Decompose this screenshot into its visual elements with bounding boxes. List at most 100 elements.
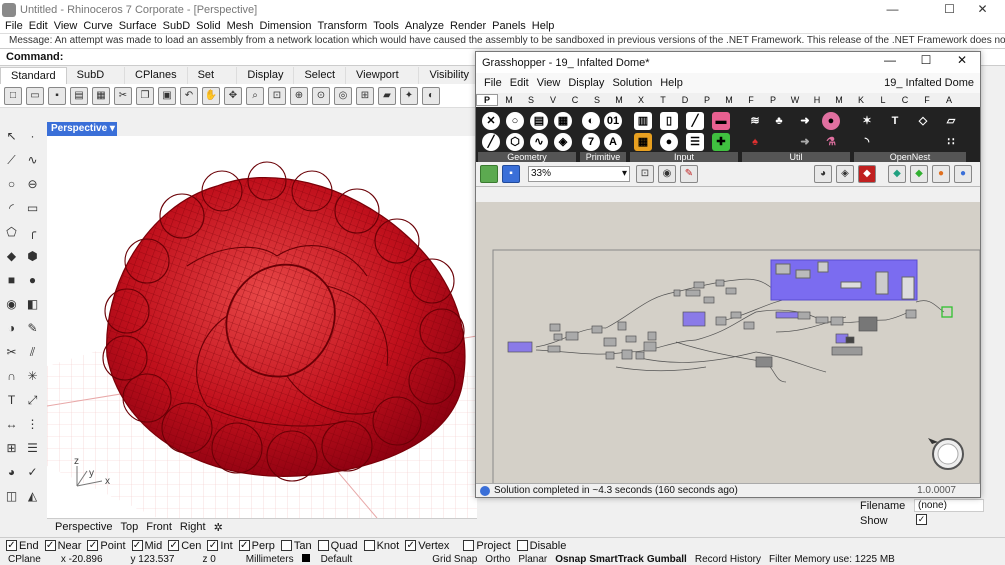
viewport-tab-perspective[interactable]: Perspective: [55, 521, 112, 533]
osnap-checkbox[interactable]: [280, 540, 292, 551]
menu-transform[interactable]: Transform: [318, 20, 368, 32]
osnap-checkbox[interactable]: ✓: [168, 540, 180, 551]
join-icon[interactable]: ∩: [3, 368, 20, 385]
opennest-text-icon[interactable]: T: [886, 112, 904, 130]
select-arrow-icon[interactable]: ↖: [3, 128, 20, 145]
gh-tab-3[interactable]: V: [542, 95, 564, 105]
toggle-osnap[interactable]: Osnap: [555, 554, 586, 565]
osnap-checkbox[interactable]: ✓: [6, 540, 17, 551]
tab-viewport-layout[interactable]: Viewport Layout: [346, 67, 420, 98]
cut-icon[interactable]: ✂: [114, 86, 132, 105]
osnap-vertex[interactable]: ✓ Vertex: [405, 540, 449, 552]
util-tree-icon[interactable]: ♣: [770, 112, 788, 130]
fillet-curve-icon[interactable]: ╭: [24, 224, 41, 241]
gh-tab-1[interactable]: M: [498, 95, 520, 105]
menu-help[interactable]: Help: [532, 20, 555, 32]
menu-edit[interactable]: Edit: [29, 20, 48, 32]
gh-tab-2[interactable]: S: [520, 95, 542, 105]
input-list-icon[interactable]: ☰: [686, 133, 704, 151]
tab-subd-tools[interactable]: SubD Tools: [67, 67, 126, 98]
primitive-boolean-icon[interactable]: ◐: [582, 112, 600, 130]
open-icon[interactable]: ▭: [26, 86, 44, 105]
grasshopper-window[interactable]: Grasshopper - 19_ Infalted Dome* — ☐ ✕ F…: [475, 51, 981, 498]
viewport-label[interactable]: Perspective ▾: [47, 122, 117, 136]
input-toggle-icon[interactable]: ●: [660, 133, 678, 151]
zoom-extents-icon[interactable]: ⊕: [290, 86, 308, 105]
gh-tab-17[interactable]: K: [850, 95, 872, 105]
menu-view[interactable]: View: [54, 20, 78, 32]
display-mesh-icon[interactable]: ◆: [888, 165, 906, 183]
geometry-line-icon[interactable]: ╱: [482, 133, 500, 151]
circle-icon[interactable]: ○: [3, 176, 20, 193]
cylinder-icon[interactable]: ◉: [3, 296, 20, 313]
gh-tab-14[interactable]: W: [784, 95, 806, 105]
primitive-number-icon[interactable]: 7: [582, 133, 600, 151]
polyline-icon[interactable]: ⟋: [3, 152, 20, 169]
named-view-icon[interactable]: ◎: [334, 86, 352, 105]
layer-icon[interactable]: ☰: [24, 440, 41, 457]
gh-tab-9[interactable]: D: [674, 95, 696, 105]
menu-panels[interactable]: Panels: [492, 20, 526, 32]
menu-curve[interactable]: Curve: [83, 20, 112, 32]
properties-icon[interactable]: ▦: [92, 86, 110, 105]
status-cplane[interactable]: CPlane: [8, 554, 41, 565]
trim-icon[interactable]: ✂: [3, 344, 20, 361]
group-label-opennest[interactable]: OpenNest: [854, 152, 966, 162]
display-blue-icon[interactable]: ●: [954, 165, 972, 183]
menu-file[interactable]: File: [5, 20, 23, 32]
geometry-point-icon[interactable]: ✕: [482, 112, 500, 130]
gh-tab-18[interactable]: L: [872, 95, 894, 105]
zoom-dropdown[interactable]: 33%: [528, 166, 630, 182]
geometry-mesh-icon[interactable]: ⬡: [506, 133, 524, 151]
input-panel-icon[interactable]: ▯: [660, 112, 678, 130]
toggle-ortho[interactable]: Ortho: [485, 554, 510, 565]
tab-set-view[interactable]: Set View: [188, 67, 238, 98]
four-view-icon[interactable]: ⊞: [356, 86, 374, 105]
tab-visibility[interactable]: Visibility: [419, 67, 480, 84]
opennest-sheet-icon[interactable]: ▱: [942, 112, 960, 130]
gh-tab-10[interactable]: P: [696, 95, 718, 105]
gh-tab-12[interactable]: F: [740, 95, 762, 105]
zoom-icon[interactable]: ⌕: [246, 86, 264, 105]
gh-save-icon[interactable]: ▪: [502, 165, 520, 183]
geometry-circle-icon[interactable]: ○: [506, 112, 524, 130]
material-icon[interactable]: ◫: [3, 488, 20, 505]
preview-eye-icon[interactable]: ◉: [658, 165, 676, 183]
ellipse-icon[interactable]: ⊖: [24, 176, 41, 193]
gh-tab-16[interactable]: M: [828, 95, 850, 105]
close-button[interactable]: ✕: [960, 0, 1005, 19]
surface-icon[interactable]: ◆: [3, 248, 20, 265]
viewport-tab-top[interactable]: Top: [120, 521, 138, 533]
perspective-viewport[interactable]: x y z: [47, 136, 477, 518]
gh-open-icon[interactable]: [480, 165, 498, 183]
util-flask-icon[interactable]: ⚗: [822, 133, 840, 151]
arc-icon[interactable]: ◜: [3, 200, 20, 217]
transform-icon[interactable]: ⤢: [24, 392, 41, 409]
primitive-text-icon[interactable]: A: [604, 133, 622, 151]
undo-icon[interactable]: ↶: [180, 86, 198, 105]
viewport-tab-front[interactable]: Front: [146, 521, 172, 533]
osnap-cen[interactable]: ✓ Cen: [168, 540, 201, 552]
paste-icon[interactable]: ▣: [158, 86, 176, 105]
array-icon[interactable]: ⋮: [24, 416, 41, 433]
opennest-shape-icon[interactable]: ◇: [914, 112, 932, 130]
input-gradient-icon[interactable]: ✚: [712, 133, 730, 151]
toggle-planar[interactable]: Planar: [518, 554, 547, 565]
gh-menu-edit[interactable]: Edit: [510, 77, 529, 89]
gh-tab-19[interactable]: C: [894, 95, 916, 105]
toggle-record-history[interactable]: Record History: [695, 554, 761, 565]
menu-dimension[interactable]: Dimension: [260, 20, 312, 32]
opennest-wifi-icon[interactable]: ◝: [858, 133, 876, 151]
sketch-pen-icon[interactable]: ✎: [680, 165, 698, 183]
util-cherry-icon[interactable]: ♠: [746, 133, 764, 151]
group-label-primitive[interactable]: Primitive: [580, 152, 626, 162]
opennest-circles-icon[interactable]: ∷: [942, 133, 960, 151]
extrude-icon[interactable]: ⬢: [24, 248, 41, 265]
viewport-tab-right[interactable]: Right: [180, 521, 206, 533]
point-icon[interactable]: ·: [24, 128, 41, 145]
zoom-extents-icon[interactable]: ⊡: [636, 165, 654, 183]
grasshopper-canvas[interactable]: [476, 202, 980, 484]
geometry-surface-icon[interactable]: ▤: [530, 112, 548, 130]
curve-icon[interactable]: ∿: [24, 152, 41, 169]
rectangle-icon[interactable]: ▭: [24, 200, 41, 217]
